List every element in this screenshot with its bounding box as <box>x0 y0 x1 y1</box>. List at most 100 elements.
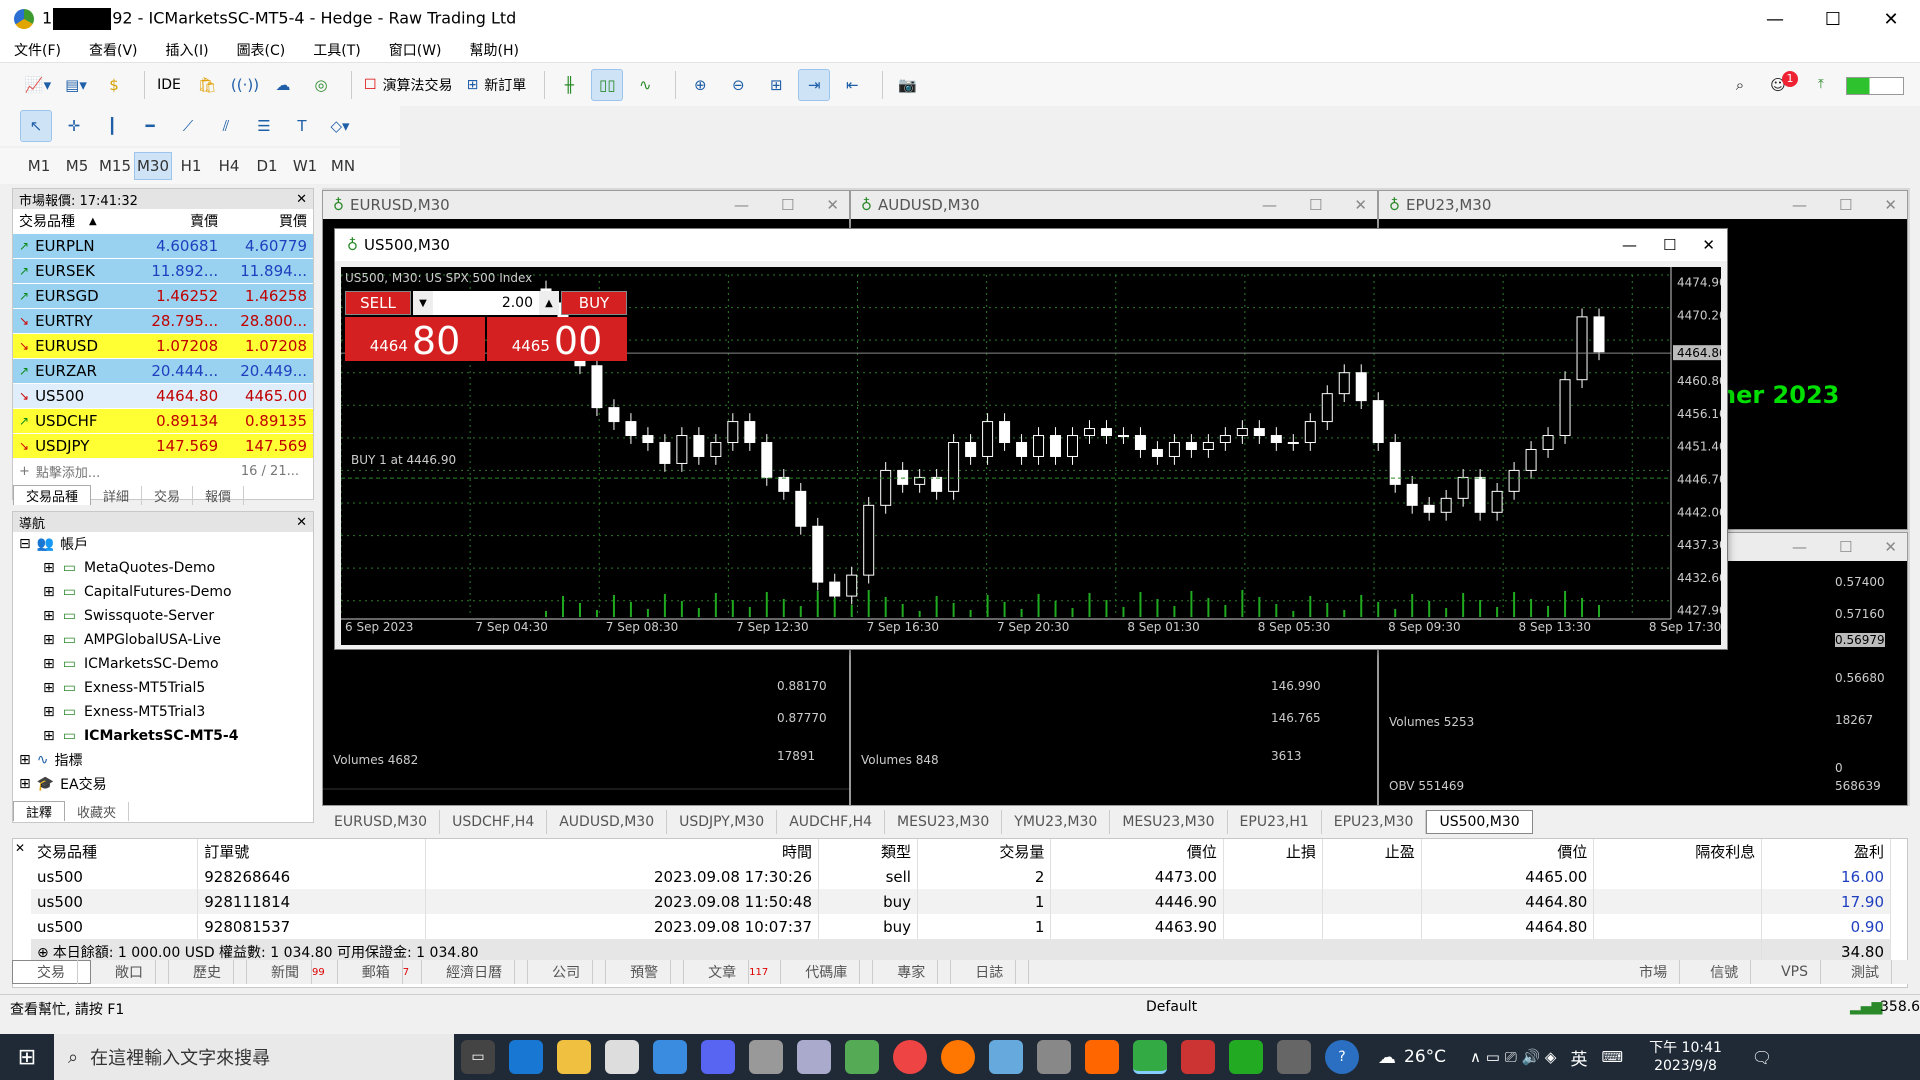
market-watch-row[interactable]: ↗ EURPLN 4.60681 4.60779 <box>13 234 313 259</box>
signals-icon[interactable]: ((·)) <box>229 69 261 101</box>
trade-row[interactable]: us500 928268646 2023.09.08 17:30:26 sell 2 44… <box>31 864 1891 889</box>
market-watch-row[interactable]: ↗ EURZAR 20.444... 20.449... <box>13 359 313 384</box>
app-icon[interactable] <box>797 1040 831 1074</box>
market-watch-row[interactable]: ↗ EURSGD 1.46252 1.46258 <box>13 284 313 309</box>
menu-item[interactable]: 插入(I) <box>166 40 209 60</box>
chart-tab[interactable]: MESU23,M30 <box>1110 810 1228 834</box>
file-explorer-icon[interactable] <box>557 1040 591 1074</box>
menu-item[interactable]: 查看(V) <box>89 40 138 60</box>
fibonacci-icon[interactable]: ☰ <box>248 110 280 142</box>
market-watch-tab[interactable]: 交易 <box>142 485 194 505</box>
expand-icon[interactable]: ⊞ <box>43 728 55 744</box>
market-watch-row[interactable]: ↗ USDCHF 0.89134 0.89135 <box>13 409 313 434</box>
lot-down-icon[interactable]: ▼ <box>413 291 433 315</box>
col-header[interactable]: 訂單號 <box>197 839 426 864</box>
nav-account-item[interactable]: ⊞ ▭ ICMarketsSC-MT5-4 <box>13 724 313 748</box>
candlestick-icon[interactable]: ▯▯ <box>591 68 624 101</box>
grid-icon[interactable]: ⊞ <box>760 69 792 101</box>
taskbar-clock[interactable]: 下午 10:41 2023/9/8 <box>1649 1039 1722 1075</box>
market-watch-row[interactable]: ↘ USDJPY 147.569 147.569 <box>13 434 313 459</box>
app-icon[interactable] <box>845 1040 879 1074</box>
menu-item[interactable]: 窗口(W) <box>389 40 442 60</box>
mt5-taskbar-icon[interactable] <box>1133 1040 1167 1074</box>
expand-icon[interactable]: ⊞ <box>43 632 55 648</box>
chart-tab[interactable]: USDJPY,M30 <box>667 810 778 834</box>
chart-tab[interactable]: AUDCHF,H4 <box>777 810 886 834</box>
lot-up-icon[interactable]: ▲ <box>539 291 559 315</box>
app-icon[interactable] <box>1229 1040 1263 1074</box>
trade-row[interactable]: us500 928111814 2023.09.08 11:50:48 buy 1 444… <box>31 889 1891 914</box>
maximize-button[interactable]: ☐ <box>1663 236 1676 254</box>
chart-tab[interactable]: EPU23,H1 <box>1228 810 1322 834</box>
nav-account-item[interactable]: ⊞ ▭ MetaQuotes-Demo <box>13 556 313 580</box>
shapes-icon[interactable]: ◇▾ <box>324 110 356 142</box>
col-header[interactable]: 價位 <box>1421 839 1595 864</box>
toolbox-tab[interactable]: 專家 <box>873 960 952 984</box>
col-bid[interactable]: 賣價 <box>135 211 224 231</box>
screenshot-icon[interactable]: 📷 <box>891 69 923 101</box>
chart-tab[interactable]: EPU23,M30 <box>1322 810 1427 834</box>
mail-icon[interactable] <box>653 1040 687 1074</box>
tray-icons[interactable]: ∧ ▭ ⎚ 🔊 ◈ <box>1470 1048 1556 1066</box>
timeframe-m30[interactable]: M30 <box>134 152 172 180</box>
timeframe-mn[interactable]: MN <box>324 152 362 180</box>
trendline-icon[interactable]: ⟋ <box>172 110 204 142</box>
col-header[interactable]: 止損 <box>1223 839 1323 864</box>
nav-account-item[interactable]: ⊞ ▭ ICMarketsSC-Demo <box>13 652 313 676</box>
discord-icon[interactable] <box>701 1040 735 1074</box>
timeframe-m15[interactable]: M15 <box>96 152 134 180</box>
store-icon[interactable] <box>605 1040 639 1074</box>
web-icon[interactable]: ◎ <box>305 69 337 101</box>
new-order-button[interactable]: ⊞ 新訂單 <box>463 69 531 101</box>
chrome-icon[interactable] <box>893 1040 927 1074</box>
expand-icon[interactable]: ⊞ <box>43 560 55 576</box>
chart-tab[interactable]: AUDUSD,M30 <box>547 810 668 834</box>
buy-button[interactable]: BUY <box>561 291 627 315</box>
chart-shift-icon[interactable]: ⇤ <box>836 69 868 101</box>
minimize-button[interactable]: — <box>1622 236 1637 254</box>
market-bag-icon[interactable]: 🛍 <box>191 69 223 101</box>
toolbox-link[interactable]: 信號 <box>1698 960 1752 984</box>
timeframe-d1[interactable]: D1 <box>248 152 286 180</box>
windows-start-icon[interactable]: ⊞ <box>0 1045 54 1070</box>
timeframe-h1[interactable]: H1 <box>172 152 210 180</box>
col-header[interactable]: 交易量 <box>917 839 1052 864</box>
trade-row[interactable]: us500 928081537 2023.09.08 10:07:37 buy 1 446… <box>31 914 1891 939</box>
nav-account-item[interactable]: ⊞ ▭ Swissquote-Server <box>13 604 313 628</box>
timeframe-h4[interactable]: H4 <box>210 152 248 180</box>
col-header[interactable]: 盈利 <box>1761 839 1891 864</box>
col-header[interactable]: 類型 <box>818 839 918 864</box>
toolbox-link[interactable]: 測試 <box>1839 960 1892 984</box>
cursor-icon[interactable]: ↖ <box>20 110 52 142</box>
crosshair-icon[interactable]: ✛ <box>58 110 90 142</box>
equidistant-channel-icon[interactable]: ⫽ <box>210 110 242 142</box>
menu-item[interactable]: 工具(T) <box>313 40 360 60</box>
add-symbol-row[interactable]: + 點擊添加... 16 / 21... <box>13 459 313 484</box>
search-icon[interactable]: ⌕ <box>1724 69 1756 101</box>
task-view-icon[interactable]: ▭ <box>461 1040 495 1074</box>
app-icon[interactable] <box>1085 1040 1119 1074</box>
autoscroll-icon[interactable]: ⇥ <box>798 68 831 101</box>
timeframe-m1[interactable]: M1 <box>20 152 58 180</box>
text-icon[interactable]: T <box>286 110 318 142</box>
toolbox-tab[interactable]: 預警 <box>606 960 685 984</box>
chart-tab[interactable]: EURUSD,M30 <box>322 810 441 834</box>
chart-window-us500[interactable]: ♁ US500,M30 — ☐ ✕ 4474.90 4470.20 4464.80 4460… <box>334 228 1728 650</box>
us500-chart-area[interactable]: 4474.90 4470.20 4464.80 4460.80 4456.10 4451.… <box>340 267 1727 645</box>
sell-button[interactable]: SELL <box>345 291 411 315</box>
zoom-out-icon[interactable]: ⊖ <box>722 69 754 101</box>
chart-tab[interactable]: YMU23,M30 <box>1002 810 1111 834</box>
chart-tab[interactable]: MESU23,M30 <box>885 810 1003 834</box>
toolbox-link[interactable]: VPS <box>1769 960 1821 984</box>
col-ask[interactable]: 買價 <box>224 211 313 231</box>
horizontal-line-icon[interactable]: ━ <box>134 110 166 142</box>
toolbox-tab[interactable]: 新聞 99 <box>247 960 338 984</box>
chart-template-icon[interactable]: ▤▾ <box>60 69 92 101</box>
col-header[interactable]: 止盈 <box>1322 839 1422 864</box>
toolbox-tab[interactable]: 交易 <box>12 960 91 984</box>
expand-icon[interactable]: ⊞ <box>43 656 55 672</box>
close-button[interactable]: ✕ <box>1862 0 1920 38</box>
nav-account-item[interactable]: ⊞ ▭ Exness-MT5Trial5 <box>13 676 313 700</box>
market-watch-tab[interactable]: 交易品種 <box>13 485 92 505</box>
nav-indicators[interactable]: ⊞ ∿ 指標 <box>13 748 313 772</box>
